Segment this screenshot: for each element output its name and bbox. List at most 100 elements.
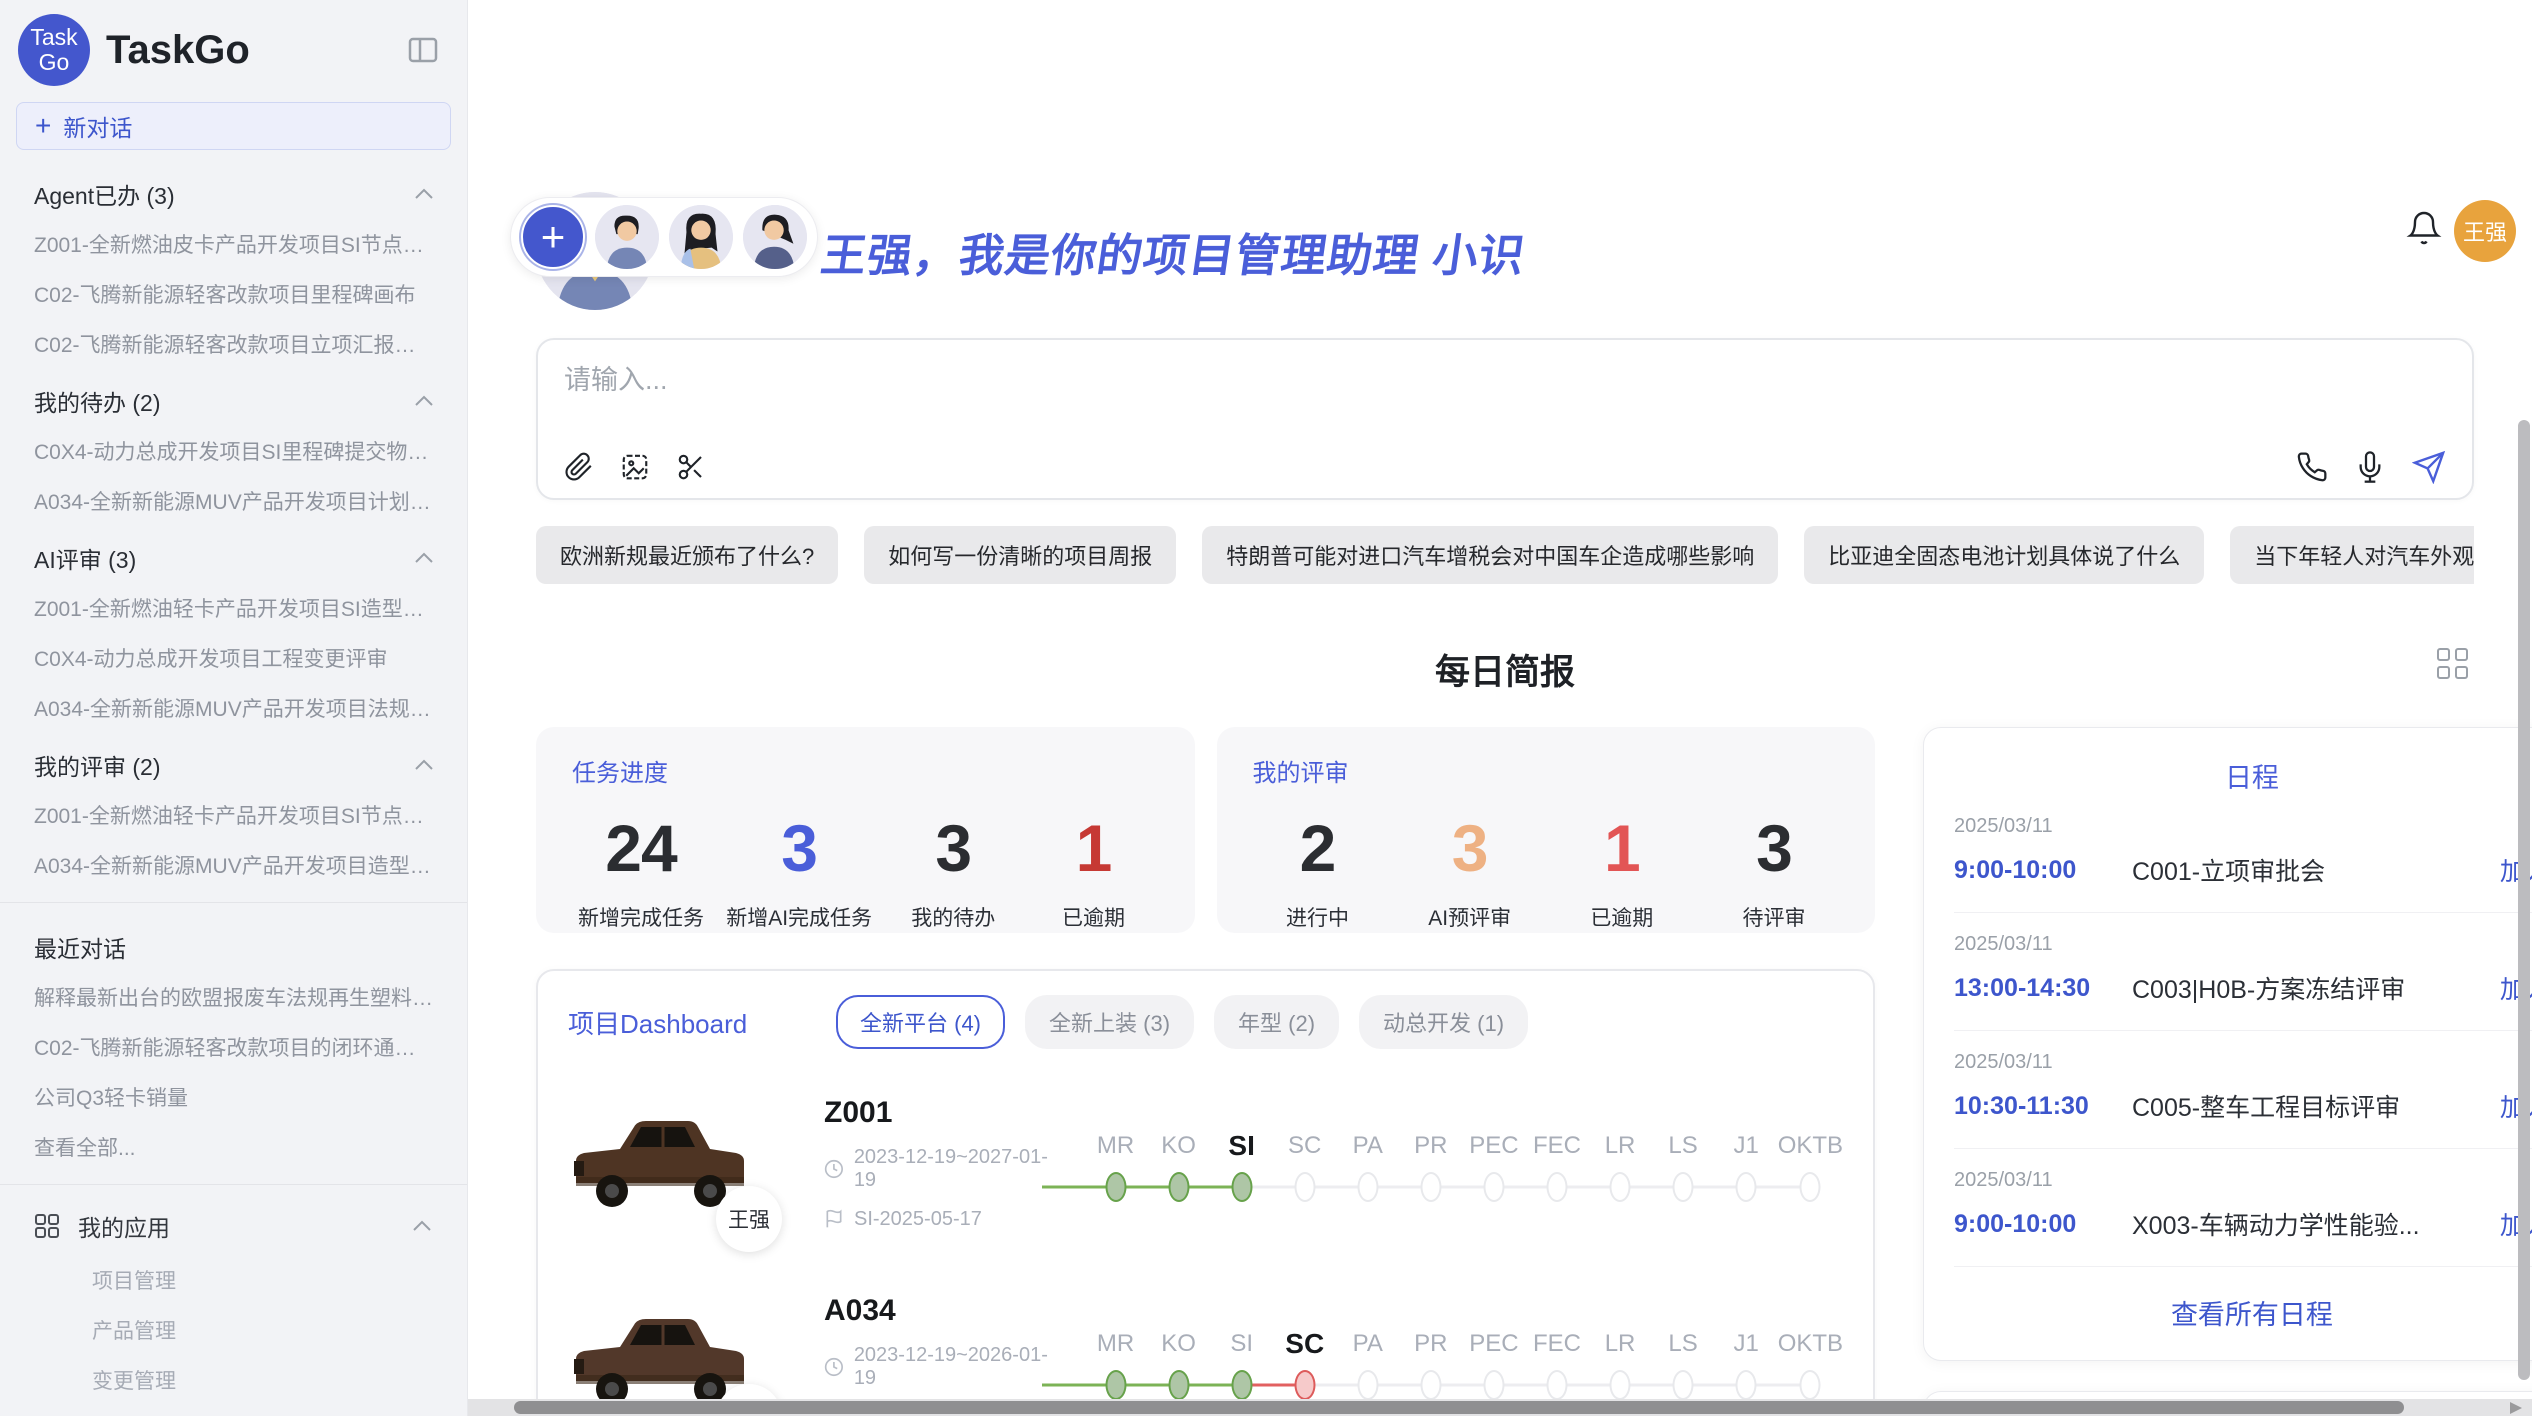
suggestion-chip[interactable]: 比亚迪全固态电池计划具体说了什么 [1804,526,2204,584]
milestone-dot[interactable] [1168,1370,1189,1400]
attachment-icon[interactable] [564,452,594,482]
event-time: 13:00-14:30 [1954,974,2132,1003]
tab-new-body[interactable]: 全新上装 (3) [1025,995,1194,1049]
milestone-dot[interactable] [1610,1172,1631,1202]
milestone-dot[interactable] [1294,1370,1315,1400]
view-all-schedule-link[interactable]: 查看所有日程 [1954,1293,2532,1332]
milestone-label: PR [1399,1320,1462,1368]
milestone-dot[interactable] [1105,1172,1126,1202]
sidebar-collapse-icon[interactable] [405,32,441,68]
user-avatar[interactable]: 王强 [2454,200,2516,262]
milestone-label: PA [1336,1122,1399,1170]
scroll-right-arrow-icon[interactable] [2510,1402,2522,1414]
grid-icon [34,1213,60,1239]
apps-view-all[interactable]: 查看全部... [0,1405,467,1416]
milestone-dot[interactable] [1420,1172,1441,1202]
milestone-dot[interactable] [1294,1172,1315,1202]
phone-call-icon[interactable] [2296,451,2328,483]
list-item[interactable]: C02-飞腾新能源轻客改款项目里程碑画布 [0,269,467,319]
list-item[interactable]: Z001-全新燃油轻卡产品开发项目SI节点属性5D文件评审 [0,790,467,840]
milestone-label: LS [1652,1122,1715,1170]
chat-input[interactable] [564,358,2446,450]
list-item[interactable]: Z001-全新燃油轻卡产品开发项目SI造型提交物评审 [0,583,467,633]
milestone-dot[interactable] [1357,1172,1378,1202]
layout-grid-icon[interactable] [2437,648,2468,679]
app-link-project[interactable]: 项目管理 [0,1255,467,1305]
sidebar-item-my-apps[interactable]: 我的应用 [0,1197,467,1255]
list-item[interactable]: A034-全新新能源MUV产品开发项目造型可行性评审 [0,840,467,890]
milestone-dot[interactable] [1105,1370,1126,1400]
add-agent-button[interactable]: + [521,205,585,269]
avatar[interactable] [595,205,659,269]
list-item[interactable]: C02-飞腾新能源轻客改款项目立项汇报方案 [0,319,467,369]
tab-year-model[interactable]: 年型 (2) [1214,995,1339,1049]
milestone-dot[interactable] [1546,1370,1567,1400]
microphone-icon[interactable] [2354,451,2386,483]
milestone-dot[interactable] [1546,1172,1567,1202]
suggestion-chip[interactable]: 如何写一份清晰的项目周报 [864,526,1176,584]
avatar[interactable] [669,205,733,269]
schedule-title: 日程 [1954,756,2532,795]
milestone-dot[interactable] [1483,1370,1504,1400]
list-item[interactable]: Z001-全新燃油皮卡产品开发项目SI节点Lesson Learn报告 [0,219,467,269]
milestone-dot[interactable] [1357,1370,1378,1400]
milestone-dot[interactable] [1673,1172,1694,1202]
milestone-dot[interactable] [1420,1370,1441,1400]
stat-label: 已逾期 [1035,902,1153,932]
app-link-product[interactable]: 产品管理 [0,1305,467,1355]
tab-new-platform[interactable]: 全新平台 (4) [836,995,1005,1049]
suggestion-chip[interactable]: 当下年轻人对汽车外观有怎样的喜好趋势 [2230,526,2474,584]
stat-label: 进行中 [1259,902,1377,932]
section-my-todo[interactable]: 我的待办 (2) [0,369,467,426]
list-item[interactable]: A034-全新新能源MUV产品开发项目法规符合性评审 [0,683,467,733]
event-name: C005-整车工程目标评审 [2132,1088,2500,1124]
milestone-dot[interactable] [1673,1370,1694,1400]
logo-text-bottom: Go [39,50,70,75]
milestone-dot[interactable] [1168,1172,1189,1202]
suggestion-chip[interactable]: 欧洲新规最近颁布了什么? [536,526,838,584]
milestone-timeline: MRKOSISCPAPRPECFECLRLSJ1OKTB [1084,1122,1843,1204]
send-icon[interactable] [2412,450,2446,484]
stat: 3 AI预评审 [1411,810,1529,932]
section-my-review[interactable]: 我的评审 (2) [0,733,467,790]
milestone-dot[interactable] [1736,1172,1757,1202]
milestone-dot[interactable] [1610,1370,1631,1400]
list-item[interactable]: C0X4-动力总成开发项目SI里程碑提交物检查 [0,426,467,476]
schedule-event: 2025/03/11 13:00-14:30 C003|H0B-方案冻结评审 加… [1954,913,2532,1031]
stat: 3 我的待办 [894,810,1012,932]
milestone-dot[interactable] [1231,1370,1252,1400]
list-item[interactable]: 解释最新出台的欧盟报废车法规再生塑料比例被调至15%... [0,972,467,1022]
milestone-dot[interactable] [1231,1172,1252,1202]
app-title: TaskGo [106,28,405,73]
scissors-icon[interactable] [676,452,706,482]
section-ai-review[interactable]: AI评审 (3) [0,526,467,583]
event-time: 9:00-10:00 [1954,856,2132,885]
milestone-label: SC [1273,1122,1336,1170]
chevron-up-icon [413,551,435,565]
horizontal-scrollbar[interactable] [468,1399,2532,1416]
milestone-label: PA [1336,1320,1399,1368]
milestone-dot[interactable] [1483,1172,1504,1202]
vertical-scrollbar-thumb[interactable] [2518,420,2530,1380]
list-item[interactable]: 公司Q3轻卡销量 [0,1072,467,1122]
chevron-up-icon [413,187,435,201]
milestone-dot[interactable] [1800,1172,1821,1202]
horizontal-scrollbar-thumb[interactable] [514,1401,2404,1414]
list-item[interactable]: C02-飞腾新能源轻客改款项目的闭环通告反馈情况 [0,1022,467,1072]
milestone-label: PR [1399,1122,1462,1170]
recent-view-all[interactable]: 查看全部... [0,1122,467,1172]
image-icon[interactable] [620,452,650,482]
milestone-dot[interactable] [1736,1370,1757,1400]
list-item[interactable]: C0X4-动力总成开发项目工程变更评审 [0,633,467,683]
suggestion-chip[interactable]: 特朗普可能对进口汽车增税会对中国车企造成哪些影响 [1202,526,1778,584]
tab-powertrain[interactable]: 动总开发 (1) [1359,995,1528,1049]
list-item[interactable]: A034-全新新能源MUV产品开发项目计划变更表编写 [0,476,467,526]
avatar[interactable] [743,205,807,269]
stat: 2 进行中 [1259,810,1377,932]
new-chat-button[interactable]: + 新对话 [16,102,451,150]
notifications-bell-icon[interactable] [2406,210,2442,251]
divider [0,902,467,903]
app-link-change[interactable]: 变更管理 [0,1355,467,1405]
section-agent-done[interactable]: Agent已办 (3) [0,162,467,219]
milestone-dot[interactable] [1800,1370,1821,1400]
